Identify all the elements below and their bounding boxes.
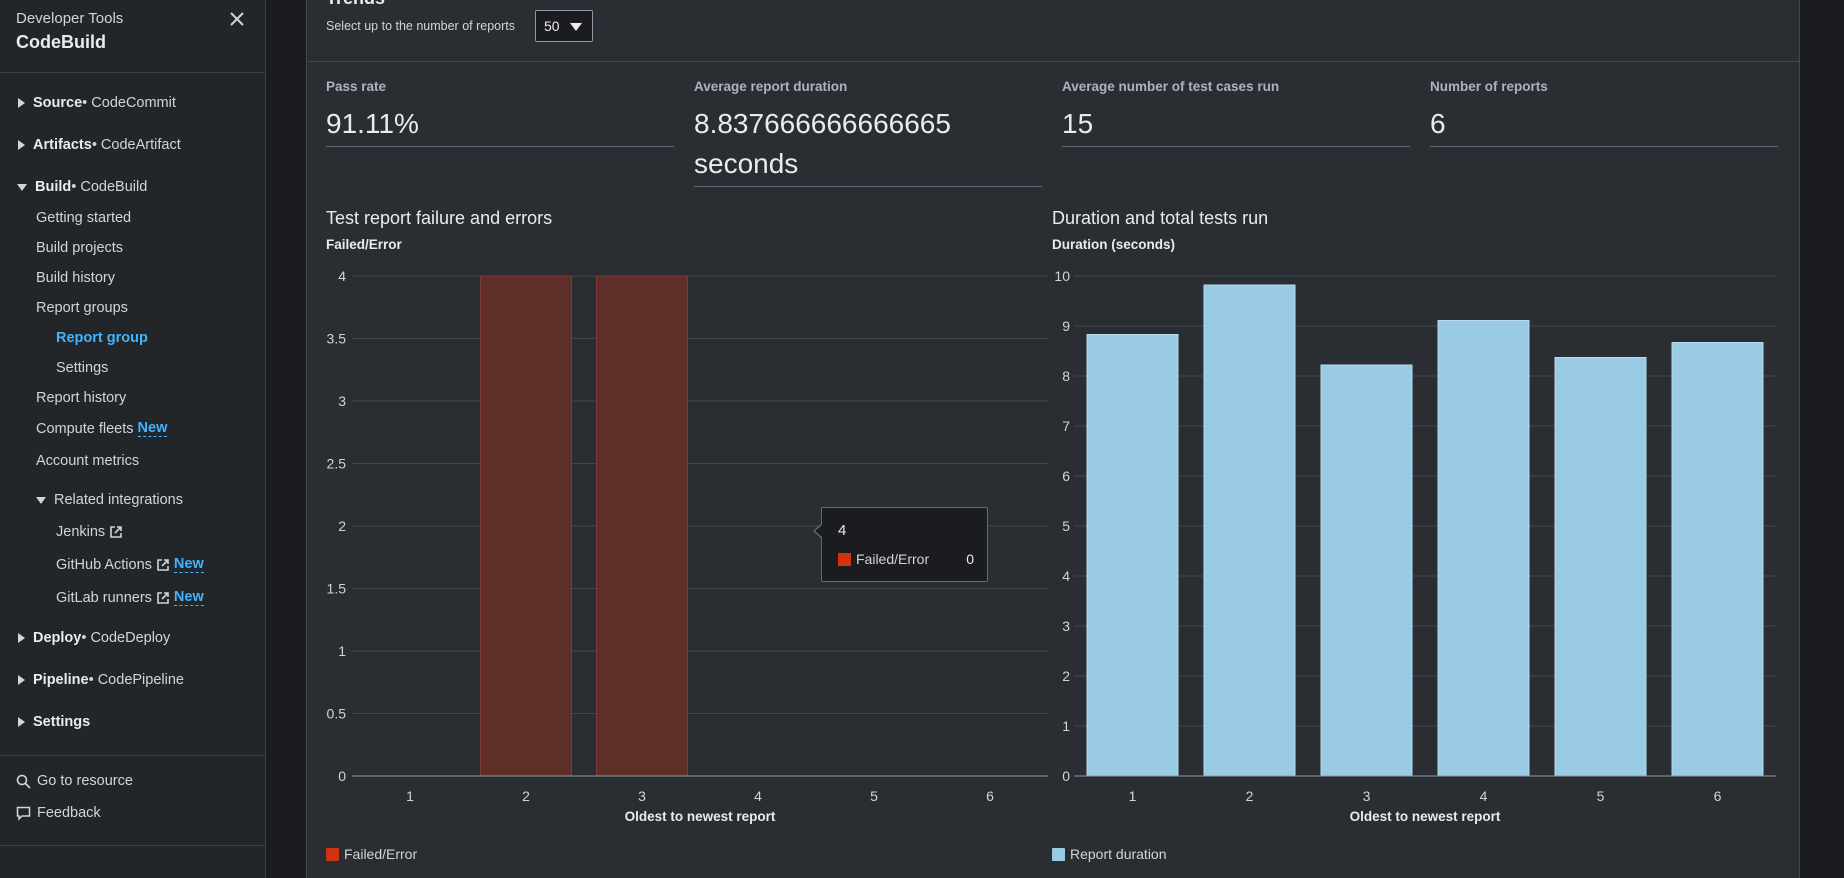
chart-tooltip: 4 Failed/Error 0 — [813, 507, 988, 582]
x-tick-label: 3 — [1363, 788, 1371, 804]
x-tick-label: 4 — [1480, 788, 1488, 804]
bar — [1320, 364, 1413, 777]
y-tick-label: 9 — [1062, 318, 1070, 334]
chart-legend: Report duration — [1052, 846, 1167, 862]
legend-swatch — [1052, 847, 1065, 861]
duration-chart: 0 1 2 3 4 5 6 7 8 9 10 1 2 3 4 5 6 Oldest to newest repor… — [1054, 268, 1776, 824]
y-tick-label: 2 — [1062, 668, 1070, 684]
tooltip-swatch — [838, 552, 851, 566]
bar — [1437, 320, 1530, 777]
y-tick-label: 8 — [1062, 368, 1070, 384]
bar — [1554, 357, 1647, 777]
y-tick-label: 1 — [1062, 718, 1070, 734]
x-tick-label: 5 — [1597, 788, 1605, 804]
x-tick-label: 2 — [1246, 788, 1254, 804]
tooltip-header: 4 — [838, 522, 847, 539]
y-tick-label: 0 — [1062, 768, 1070, 784]
bar — [1203, 284, 1296, 777]
y-tick-label: 10 — [1054, 268, 1070, 284]
legend-label[interactable]: Report duration — [1070, 846, 1167, 862]
x-tick-label: 6 — [1714, 788, 1722, 804]
y-tick-label: 5 — [1062, 518, 1070, 534]
x-axis-label: Oldest to newest report — [1350, 809, 1501, 824]
y-tick-label: 7 — [1062, 418, 1070, 434]
y-tick-label: 3 — [1062, 618, 1070, 634]
x-tick-label: 1 — [1129, 788, 1137, 804]
bar — [1086, 334, 1179, 777]
y-tick-label: 4 — [1062, 568, 1070, 584]
tooltip-row: Failed/Error 0 — [838, 551, 974, 567]
y-tick-label: 6 — [1062, 468, 1070, 484]
bar — [1671, 342, 1764, 777]
